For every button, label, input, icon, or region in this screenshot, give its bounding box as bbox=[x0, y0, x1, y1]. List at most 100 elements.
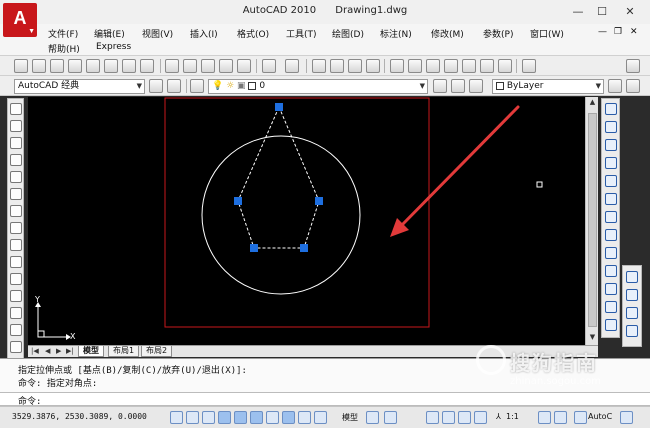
point-icon[interactable] bbox=[10, 307, 22, 319]
tab-layout2[interactable]: 布局2 bbox=[141, 346, 173, 357]
line-icon[interactable] bbox=[10, 103, 22, 115]
menu-draw[interactable]: 绘图(D) bbox=[332, 27, 364, 40]
redo-icon[interactable] bbox=[285, 59, 299, 73]
copy-object-icon[interactable] bbox=[605, 121, 617, 133]
design-center-icon[interactable] bbox=[408, 59, 422, 73]
menu-restore-doc-icon[interactable]: ❐ bbox=[614, 27, 622, 37]
offset-icon[interactable] bbox=[605, 157, 617, 169]
steering-wheel-icon[interactable] bbox=[458, 411, 471, 424]
ortho-mode-icon[interactable] bbox=[202, 411, 215, 424]
minimize-button[interactable]: — bbox=[566, 3, 590, 20]
layer-dropdown[interactable]: 💡 ☼ ▣ 0 ▼ bbox=[208, 79, 428, 94]
quick-view-layouts-icon[interactable] bbox=[366, 411, 379, 424]
annotation-visibility-icon[interactable] bbox=[538, 411, 551, 424]
grid-display-icon[interactable] bbox=[186, 411, 199, 424]
bring-to-front-icon[interactable] bbox=[626, 271, 638, 283]
zoom-realtime-icon[interactable] bbox=[330, 59, 344, 73]
join-icon[interactable] bbox=[605, 319, 617, 331]
auto-scale-icon[interactable] bbox=[554, 411, 567, 424]
menu-help[interactable]: 帮助(H) bbox=[48, 42, 80, 55]
menu-view[interactable]: 视图(V) bbox=[142, 27, 173, 40]
polar-tracking-icon[interactable] bbox=[218, 411, 231, 424]
quick-view-drawings-icon[interactable] bbox=[384, 411, 397, 424]
tool-palettes-icon[interactable] bbox=[426, 59, 440, 73]
grip-bottom-right[interactable] bbox=[300, 244, 308, 252]
markup-icon[interactable] bbox=[462, 59, 476, 73]
menu-minimize-doc-icon[interactable]: — bbox=[598, 27, 607, 37]
spline-icon[interactable] bbox=[10, 239, 22, 251]
menu-modify[interactable]: 修改(M) bbox=[431, 27, 464, 40]
drawing-canvas[interactable]: X Y bbox=[28, 97, 585, 357]
color-dropdown[interactable]: ByLayer ▼ bbox=[492, 79, 604, 94]
layer-state-icon[interactable] bbox=[469, 79, 483, 93]
object-snap-tracking-icon[interactable] bbox=[250, 411, 263, 424]
layer-properties-icon[interactable] bbox=[190, 79, 204, 93]
menu-format[interactable]: 格式(O) bbox=[237, 27, 269, 40]
open-icon[interactable] bbox=[32, 59, 46, 73]
cut-icon[interactable] bbox=[165, 59, 179, 73]
grip-right[interactable] bbox=[315, 197, 323, 205]
trim-icon[interactable] bbox=[605, 265, 617, 277]
quick-properties-icon[interactable] bbox=[314, 411, 327, 424]
lineweight-icon[interactable] bbox=[298, 411, 311, 424]
break-icon[interactable] bbox=[605, 301, 617, 313]
workspace-dropdown[interactable]: AutoCAD 经典 ▼ bbox=[14, 79, 145, 94]
paste-icon[interactable] bbox=[201, 59, 215, 73]
zoom-previous-icon[interactable] bbox=[366, 59, 380, 73]
scroll-up-icon[interactable]: ▲ bbox=[586, 98, 599, 110]
application-menu-button[interactable]: A ▼ bbox=[3, 3, 37, 37]
insert-block-icon[interactable] bbox=[10, 290, 22, 302]
tab-prev-icon[interactable]: ◀ bbox=[45, 347, 50, 355]
rotate-icon[interactable] bbox=[605, 211, 617, 223]
ellipse-icon[interactable] bbox=[10, 256, 22, 268]
tab-first-icon[interactable]: |◀ bbox=[31, 347, 39, 355]
vertical-scrollbar[interactable]: ▲ ▼ bbox=[585, 97, 598, 357]
send-under-icon[interactable] bbox=[626, 325, 638, 337]
publish-icon[interactable] bbox=[104, 59, 118, 73]
xline-icon[interactable] bbox=[10, 120, 22, 132]
pencil-icon[interactable] bbox=[608, 79, 622, 93]
menu-edit[interactable]: 编辑(E) bbox=[94, 27, 125, 40]
tab-model[interactable]: 模型 bbox=[78, 346, 104, 357]
zoom-window-icon[interactable] bbox=[348, 59, 362, 73]
menu-window[interactable]: 窗口(W) bbox=[530, 27, 564, 40]
hatch-icon[interactable] bbox=[10, 324, 22, 336]
stretch-icon[interactable] bbox=[605, 247, 617, 259]
scrollbar-thumb[interactable] bbox=[588, 113, 597, 327]
revcloud-icon[interactable] bbox=[10, 222, 22, 234]
bring-above-icon[interactable] bbox=[626, 307, 638, 319]
menu-express[interactable]: Express bbox=[96, 42, 131, 52]
send-to-back-icon[interactable] bbox=[626, 289, 638, 301]
extend-icon[interactable] bbox=[605, 283, 617, 295]
annotation-scale-icon[interactable]: ⅄ bbox=[496, 412, 501, 421]
grip-bottom-left[interactable] bbox=[250, 244, 258, 252]
snap-mode-icon[interactable] bbox=[170, 411, 183, 424]
mirror-icon[interactable] bbox=[605, 139, 617, 151]
maximize-button[interactable]: ☐ bbox=[590, 3, 614, 20]
menu-insert[interactable]: 插入(I) bbox=[190, 27, 218, 40]
text-style-icon[interactable] bbox=[522, 59, 536, 73]
scroll-down-icon[interactable]: ▼ bbox=[586, 333, 599, 345]
make-current-layer-icon[interactable] bbox=[433, 79, 447, 93]
table-icon[interactable] bbox=[10, 341, 22, 353]
layer-previous-icon[interactable] bbox=[451, 79, 465, 93]
preview-icon[interactable] bbox=[86, 59, 100, 73]
model-space-toggle[interactable]: 模型 bbox=[342, 412, 358, 423]
pentagon-entity[interactable] bbox=[237, 105, 320, 249]
coordinate-readout[interactable]: 3529.3876, 2530.3089, 0.0000 bbox=[12, 412, 147, 421]
erase-icon[interactable] bbox=[605, 103, 617, 115]
command-line[interactable]: 命令: bbox=[0, 392, 650, 407]
match-properties-icon[interactable] bbox=[219, 59, 233, 73]
tab-layout1[interactable]: 布局1 bbox=[108, 346, 140, 357]
dynamic-input-icon[interactable] bbox=[282, 411, 295, 424]
circle-icon[interactable] bbox=[10, 205, 22, 217]
showmotion-icon[interactable] bbox=[474, 411, 487, 424]
arc-icon[interactable] bbox=[10, 188, 22, 200]
grip-top[interactable] bbox=[275, 103, 283, 111]
toolbar-overflow-icon[interactable] bbox=[626, 79, 640, 93]
scale-icon[interactable] bbox=[605, 229, 617, 241]
help-icon[interactable] bbox=[498, 59, 512, 73]
circle-entity[interactable] bbox=[201, 135, 361, 295]
menu-tools[interactable]: 工具(T) bbox=[286, 27, 317, 40]
tab-next-icon[interactable]: ▶ bbox=[56, 347, 61, 355]
